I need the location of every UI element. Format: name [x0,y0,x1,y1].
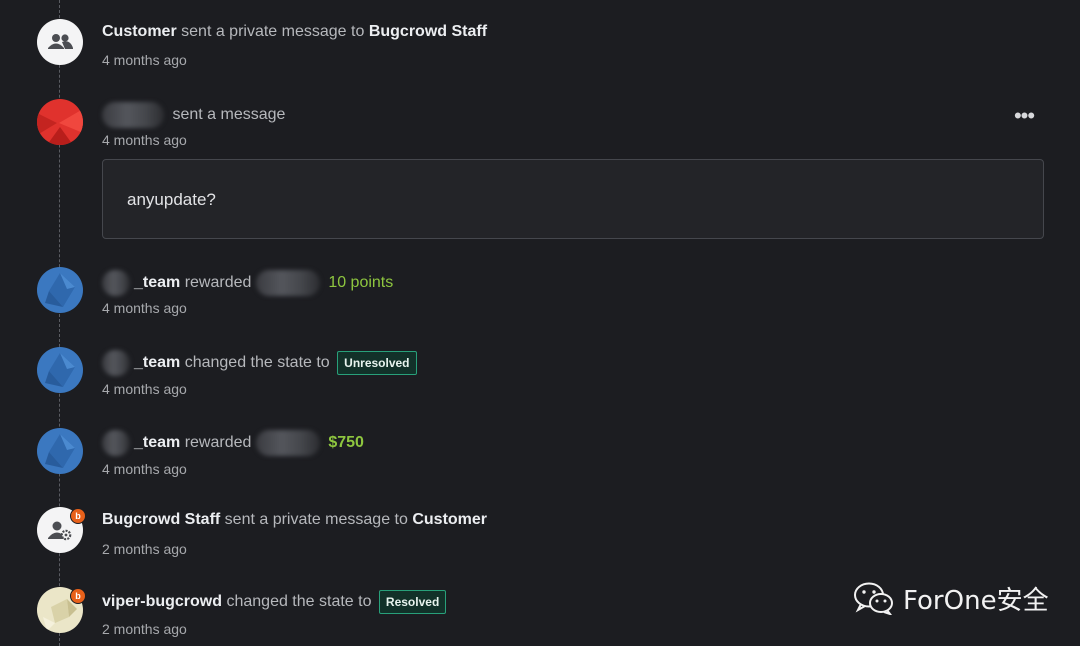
event-action: changed the state to [226,593,372,611]
watermark-text: ForOne安全 [903,585,1049,616]
wechat-icon [854,582,893,615]
redacted-username [102,270,130,296]
state-badge-resolved: Resolved [378,590,447,614]
redacted-username [102,102,164,128]
message-text: anyupdate? [127,190,216,209]
red-geometric-avatar[interactable] [37,99,83,145]
activity-timeline: Customer sent a private message to Bugcr… [0,0,1080,646]
redacted-username [102,350,130,376]
event-action: rewarded [184,434,252,452]
users-group-icon[interactable] [37,19,83,65]
event-timestamp: 4 months ago [102,461,187,477]
event-timestamp: 4 months ago [102,132,187,148]
reward-amount: $750 [328,434,364,452]
event-action: sent a message [172,106,286,124]
event-timestamp: 4 months ago [102,381,187,397]
event-summary: _team rewarded 10 points [102,270,393,296]
event-summary: Customer sent a private message to Bugcr… [102,22,487,42]
message-bubble: anyupdate? [102,159,1044,239]
event-timestamp: 2 months ago [102,621,187,637]
actor-name[interactable]: viper-bugcrowd [102,593,222,610]
event-summary: viper-bugcrowd changed the state to Reso… [102,590,447,614]
blue-geometric-avatar[interactable] [37,267,83,313]
actor-name[interactable]: Customer [102,23,177,40]
event-action: sent a private message to [224,511,408,528]
event-action: changed the state to [184,354,330,372]
target-name[interactable]: Customer [412,511,487,528]
state-badge-unresolved: Unresolved [337,351,417,375]
event-summary: sent a message [102,102,285,128]
blue-geometric-avatar[interactable] [37,428,83,474]
actor-name[interactable]: _team [134,434,180,451]
actor-name[interactable]: _team [134,354,180,371]
more-options-button[interactable]: ••• [1012,105,1036,127]
redacted-recipient [255,430,320,456]
event-action: sent a private message to [181,23,365,40]
actor-name[interactable]: _team [134,274,180,291]
redacted-recipient [255,270,320,296]
redacted-username [102,430,130,456]
event-summary: _team rewarded $750 [102,430,364,456]
blue-geometric-avatar[interactable] [37,347,83,393]
actor-name[interactable]: Bugcrowd Staff [102,511,220,528]
event-summary: _team changed the state to Unresolved [102,350,417,376]
event-action: rewarded [184,274,252,292]
event-summary: Bugcrowd Staff sent a private message to… [102,510,487,530]
reward-amount: 10 points [328,274,394,292]
bugcrowd-badge: b [70,588,86,604]
event-timestamp: 4 months ago [102,52,187,68]
target-name[interactable]: Bugcrowd Staff [369,23,487,40]
event-timestamp: 4 months ago [102,300,187,316]
bugcrowd-badge: b [70,508,86,524]
event-timestamp: 2 months ago [102,541,187,557]
watermark: ForOne安全 [853,580,1049,616]
